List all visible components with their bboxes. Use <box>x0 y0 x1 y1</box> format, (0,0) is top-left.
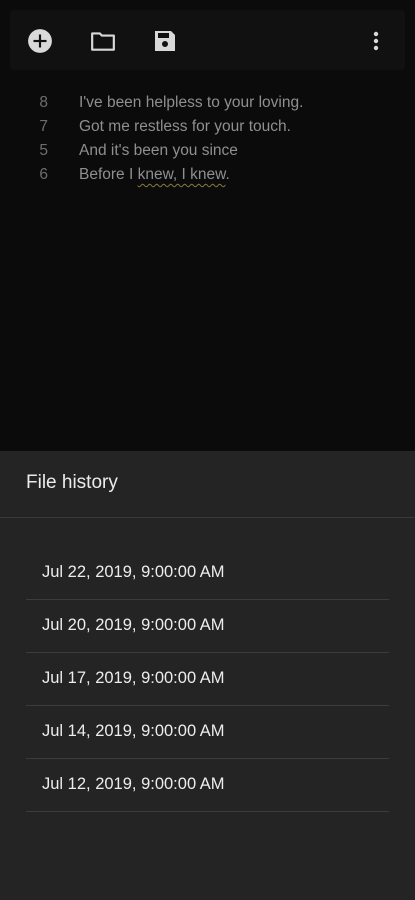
file-history-sheet: File history Jul 22, 2019, 9:00:00 AM Ju… <box>0 451 415 900</box>
editor-line: 8 I've been helpless to your loving. <box>0 94 415 118</box>
line-text: Got me restless for your touch. <box>79 118 291 135</box>
add-circle-icon[interactable] <box>27 28 53 54</box>
history-entry-label: Jul 22, 2019, 9:00:00 AM <box>42 563 225 581</box>
editor-line: 7 Got me restless for your touch. <box>0 118 415 142</box>
history-entry[interactable]: Jul 12, 2019, 9:00:00 AM <box>26 759 389 812</box>
history-entry-label: Jul 12, 2019, 9:00:00 AM <box>42 775 225 793</box>
top-toolbar <box>10 10 405 70</box>
spellcheck-flagged-text: knew, I knew <box>137 166 226 183</box>
history-entry[interactable]: Jul 20, 2019, 9:00:00 AM <box>26 600 389 653</box>
history-entry[interactable]: Jul 17, 2019, 9:00:00 AM <box>26 653 389 706</box>
line-number: 8 <box>39 94 48 111</box>
history-entry-label: Jul 20, 2019, 9:00:00 AM <box>42 616 225 634</box>
history-entry[interactable]: Jul 22, 2019, 9:00:00 AM <box>26 547 389 600</box>
line-text-after: . <box>225 166 230 183</box>
history-entry[interactable]: Jul 14, 2019, 9:00:00 AM <box>26 706 389 759</box>
line-number: 7 <box>39 118 48 135</box>
editor-line: 5 And it's been you since <box>0 142 415 166</box>
history-list: Jul 22, 2019, 9:00:00 AM Jul 20, 2019, 9… <box>26 547 389 812</box>
line-number: 6 <box>39 166 48 183</box>
line-text: I've been helpless to your loving. <box>79 94 304 111</box>
line-text: And it's been you since <box>79 142 238 159</box>
editor-line: 6 Before I knew, I knew. <box>0 166 415 190</box>
sheet-title: File history <box>26 472 118 493</box>
line-text-before: Before I <box>79 166 138 183</box>
folder-icon[interactable] <box>90 28 116 54</box>
line-text: Before I knew, I knew. <box>79 166 230 184</box>
history-entry-label: Jul 17, 2019, 9:00:00 AM <box>42 669 225 687</box>
more-vert-icon[interactable] <box>363 28 389 54</box>
divider <box>0 517 415 518</box>
save-icon[interactable] <box>152 28 178 54</box>
lyrics-editor[interactable]: 8 I've been helpless to your loving. 7 G… <box>0 90 415 450</box>
line-number: 5 <box>39 142 48 159</box>
history-entry-label: Jul 14, 2019, 9:00:00 AM <box>42 722 225 740</box>
